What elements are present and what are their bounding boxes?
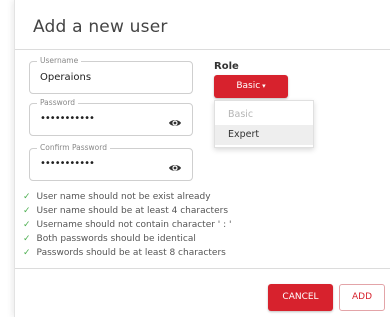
dialog-header: Add a new user — [15, 0, 390, 50]
footer-divider — [15, 268, 390, 269]
check-icon: ✓ — [23, 206, 31, 216]
rule-text: User name should be at least 4 character… — [36, 206, 229, 216]
role-label: Role — [214, 61, 239, 72]
rule-text: Username should not contain character ' … — [36, 220, 232, 230]
password-legend: Password — [37, 98, 79, 107]
username-field[interactable]: Username Operaions — [29, 56, 193, 94]
rule-text: User name should not be exist already — [36, 192, 211, 202]
confirm-password-field[interactable]: Confirm Password ••••••••••• — [29, 143, 193, 181]
eye-icon[interactable] — [168, 114, 182, 126]
rule-text: Passwords should be at least 8 character… — [36, 248, 226, 258]
check-icon: ✓ — [23, 234, 31, 244]
rule-item: ✓ Username should not contain character '… — [23, 220, 232, 232]
rule-item: ✓ User name should not be exist already — [23, 192, 211, 204]
rule-item: ✓ User name should be at least 4 characte… — [23, 206, 228, 218]
rule-item: ✓ Passwords should be at least 8 characte… — [23, 248, 226, 260]
role-option-basic: Basic — [228, 109, 254, 120]
username-legend: Username — [37, 56, 82, 65]
eye-icon[interactable] — [168, 159, 182, 171]
add-user-dialog: Add a new user Username Operaions Passwo… — [14, 0, 390, 317]
rule-item: ✓ Both passwords should be identical — [23, 234, 196, 246]
add-button[interactable]: ADD — [339, 284, 385, 311]
password-value: ••••••••••• — [40, 113, 95, 124]
role-option-expert[interactable]: Expert — [215, 125, 313, 145]
role-dropdown-menu: Basic Expert — [214, 100, 314, 148]
username-value: Operaions — [40, 72, 92, 83]
caret-down-icon: ▾ — [262, 82, 266, 90]
check-icon: ✓ — [23, 192, 31, 202]
confirm-password-legend: Confirm Password — [37, 143, 110, 152]
cancel-button[interactable]: CANCEL — [268, 284, 333, 311]
dialog-title: Add a new user — [33, 17, 168, 37]
confirm-password-value: ••••••••••• — [40, 158, 95, 169]
password-field[interactable]: Password ••••••••••• — [29, 98, 193, 136]
check-icon: ✓ — [23, 220, 31, 230]
role-selected-label: Basic — [236, 81, 261, 91]
role-dropdown-button[interactable]: Basic ▾ — [214, 75, 288, 98]
check-icon: ✓ — [23, 248, 31, 258]
rule-text: Both passwords should be identical — [36, 234, 196, 244]
